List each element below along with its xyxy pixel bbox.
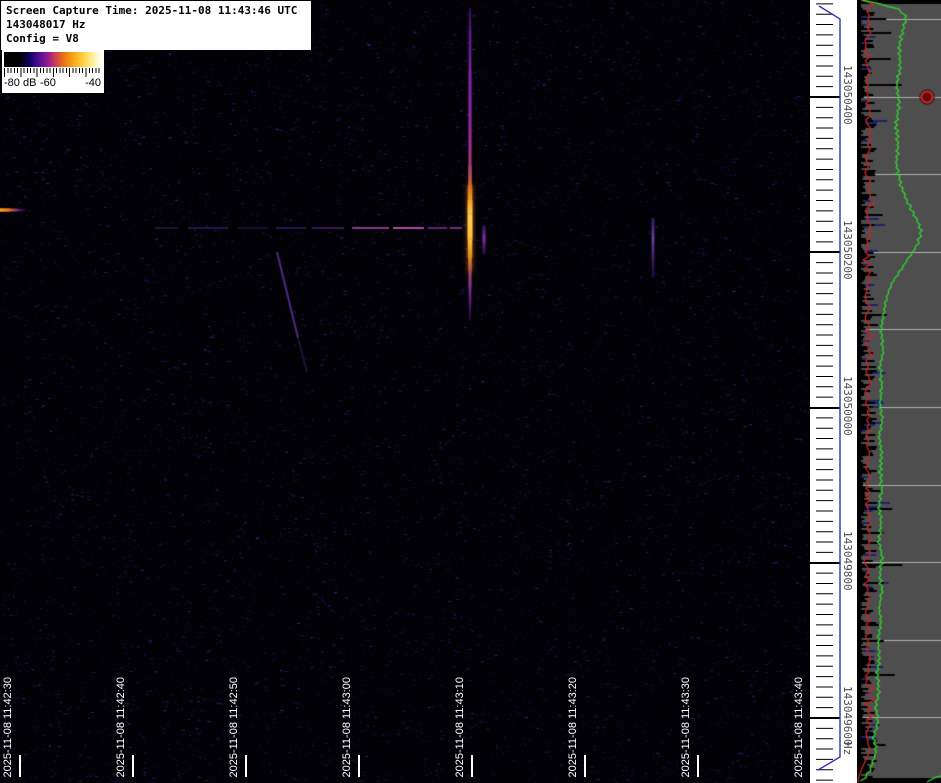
time-label-4: 2025-11-08 11:43:10 [454,677,466,778]
freq-label-3: 143049800 [841,531,854,591]
freq-label-1: 143050200 [841,220,854,280]
colorbar-labels: -80 dB -60 -40 [2,77,104,91]
colorbar-min-label: -80 dB [4,77,36,89]
capture-info-box: Screen Capture Time: 2025-11-08 11:43:46… [0,0,312,51]
time-tick-0 [19,755,21,777]
time-tick-5 [584,755,586,777]
colorbar-legend: -80 dB -60 -40 [2,50,104,93]
time-label-2: 2025-11-08 11:42:50 [228,677,240,778]
time-label-6: 2025-11-08 11:43:30 [680,677,692,778]
time-tick-6 [697,755,699,777]
freq-label-4: 143049600 [841,686,854,746]
frequency-axis: 143050400 143050200 143050000 143049800 1430… [810,0,857,783]
center-frequency-text: 143048017 Hz [6,18,307,32]
waterfall-spectrogram [0,0,810,783]
colorbar-gradient [4,52,102,67]
spectrum-lab-screen-capture: Screen Capture Time: 2025-11-08 11:43:46… [0,0,941,783]
time-tick-1 [132,755,134,777]
colorbar-mid-label: -60 [40,77,56,89]
colorbar-max-label: -40 [85,77,101,89]
time-label-5: 2025-11-08 11:43:20 [567,677,579,778]
time-tick-2 [245,755,247,777]
freq-label-0: 143050400 [841,65,854,125]
time-tick-3 [358,755,360,777]
freq-label-2: 143050000 [841,376,854,436]
spectrum-amplitude-panel [857,0,941,783]
freq-unit-label: Hz [841,742,854,755]
time-tick-4 [471,755,473,777]
config-text: Config = V8 [6,32,307,46]
time-label-7: 2025-11-08 11:43:40 [793,677,805,778]
capture-time-text: Screen Capture Time: 2025-11-08 11:43:46… [6,4,307,18]
time-label-1: 2025-11-08 11:42:40 [115,677,127,778]
time-label-3: 2025-11-08 11:43:00 [341,677,353,778]
colorbar-tick-ruler [4,68,102,77]
time-label-0: 2025-11-08 11:42:30 [2,677,14,778]
